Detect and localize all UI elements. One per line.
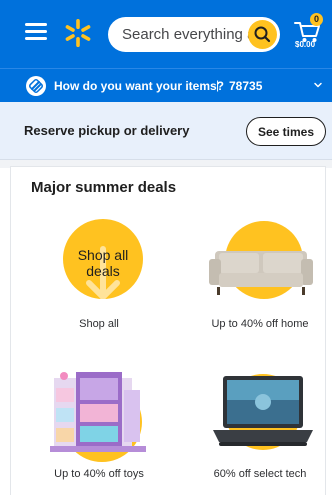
delivery-separator: | — [216, 78, 220, 92]
shop-all-image-text-2: deals — [86, 263, 120, 279]
pickup-banner: Reserve pickup or delivery See times — [0, 102, 332, 160]
pickup-banner-text: Reserve pickup or delivery — [24, 123, 190, 138]
see-times-button[interactable]: See times — [246, 117, 326, 146]
search-placeholder: Search everything a — [122, 26, 256, 43]
sofa-icon — [209, 251, 313, 295]
hamburger-icon[interactable] — [25, 23, 47, 40]
delivery-zip: 78735 — [229, 79, 263, 93]
deal-tile-toys[interactable]: Up to 40% off toys — [24, 366, 174, 495]
search-icon — [254, 26, 271, 43]
section-title: Major summer deals — [31, 179, 177, 196]
deal-tile-tech[interactable]: 60% off select tech — [185, 366, 332, 495]
deal-tile-label: 60% off select tech — [213, 468, 307, 480]
deal-tile-shop-all[interactable]: Shop all deals Shop all — [24, 217, 174, 357]
deal-tile-home[interactable]: Up to 40% off home — [185, 217, 332, 357]
walmart-spark-icon[interactable] — [62, 17, 94, 49]
cart-count-badge: 0 — [310, 13, 323, 26]
cart-button[interactable]: 0 $0.00 — [292, 13, 326, 53]
search-button[interactable] — [248, 20, 277, 49]
cart-total: $0.00 — [295, 40, 316, 49]
sofa-image — [185, 217, 332, 325]
delivery-question: How do you want your items? — [54, 79, 225, 93]
search-input[interactable]: Search everything a — [108, 17, 280, 52]
delivery-options-icon — [26, 76, 46, 96]
delivery-options-bar[interactable]: How do you want your items? | 78735 — [0, 68, 332, 102]
chevron-down-icon — [314, 82, 322, 88]
dollhouse-icon — [50, 372, 146, 452]
deal-tile-label: Up to 40% off home — [211, 318, 309, 330]
shop-all-image-text-1: Shop all — [77, 247, 129, 263]
deal-tile-label: Up to 40% off toys — [54, 468, 144, 480]
dollhouse-image — [24, 366, 174, 474]
laptop-icon — [213, 376, 313, 446]
header-bar: Search everything a 0 $0.00 — [0, 0, 332, 68]
shop-all-image: Shop all deals — [24, 217, 174, 325]
deal-tile-label: Shop all — [79, 318, 119, 330]
laptop-image — [185, 366, 332, 474]
